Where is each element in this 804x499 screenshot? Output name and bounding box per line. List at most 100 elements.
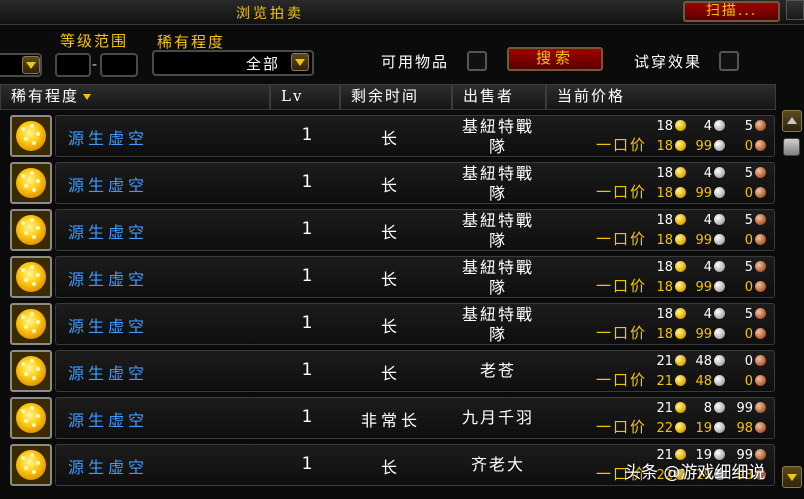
buyout-silver: 99 bbox=[695, 280, 712, 295]
time-left: 长 bbox=[380, 458, 401, 477]
gold-coin-icon bbox=[675, 328, 686, 339]
sparkle-dot bbox=[24, 466, 28, 470]
close-button[interactable] bbox=[786, 0, 804, 20]
item-icon[interactable] bbox=[10, 397, 52, 439]
item-name[interactable]: 源生虚空 bbox=[68, 360, 148, 384]
sparkle-dot bbox=[30, 359, 34, 363]
sparkle-dot bbox=[24, 325, 28, 329]
column-header-level[interactable]: Lv bbox=[270, 84, 340, 110]
search-button[interactable]: 搜索 bbox=[507, 47, 603, 71]
column-header-current-price[interactable]: 当前价格 bbox=[546, 84, 776, 110]
item-name[interactable]: 源生虚空 bbox=[68, 125, 148, 149]
column-header-level-label: Lv bbox=[281, 87, 304, 105]
sparkle-dot bbox=[36, 226, 40, 230]
silver-coin-icon bbox=[714, 328, 725, 339]
bid-gold: 18 bbox=[656, 166, 673, 181]
sparkle-dot bbox=[30, 453, 34, 457]
price-cell: 18 4 5 一口价 18 99 0 bbox=[556, 254, 768, 300]
chevron-down-icon[interactable] bbox=[22, 56, 40, 74]
level-max-input[interactable] bbox=[100, 53, 138, 77]
chevron-down-icon[interactable] bbox=[291, 53, 309, 71]
auction-row[interactable]: 源生虚空 1 非常长 九月千羽 21 8 99 一口价 22 19 98 bbox=[0, 395, 776, 441]
auction-row[interactable]: 源生虚空 1 长 基紐特戰隊 18 4 5 一口价 18 99 0 bbox=[0, 160, 776, 206]
column-header-rarity-label: 稀有程度 bbox=[11, 87, 80, 105]
auction-row[interactable]: 源生虚空 1 长 基紐特戰隊 18 4 5 一口价 18 99 0 bbox=[0, 301, 776, 347]
item-icon[interactable] bbox=[10, 209, 52, 251]
column-header-time-left[interactable]: 剩余时间 bbox=[340, 84, 452, 110]
sparkle-dot bbox=[30, 171, 34, 175]
auction-row[interactable]: 源生虚空 1 长 基紐特戰隊 18 4 5 一口价 18 99 0 bbox=[0, 254, 776, 300]
bid-price: 21 48 0 bbox=[651, 353, 768, 371]
rarity-dropdown[interactable] bbox=[152, 50, 314, 76]
buyout-silver: 48 bbox=[695, 374, 712, 389]
item-name[interactable]: 源生虚空 bbox=[68, 454, 148, 478]
sparkle-dot bbox=[30, 124, 34, 128]
results-scrollbar[interactable] bbox=[778, 110, 804, 499]
item-icon[interactable] bbox=[10, 162, 52, 204]
bid-price: 18 4 5 bbox=[651, 306, 768, 324]
bid-copper: 0 bbox=[744, 354, 753, 369]
watermark: 头条 @游戏细细说 bbox=[624, 463, 766, 483]
silver-coin-icon bbox=[714, 422, 725, 433]
buyout-copper: 98 bbox=[736, 421, 753, 436]
bid-silver: 4 bbox=[703, 166, 712, 181]
buyout-price: 一口价 18 99 0 bbox=[596, 136, 768, 154]
buyout-silver: 99 bbox=[695, 186, 712, 201]
bid-gold: 21 bbox=[656, 354, 673, 369]
buyout-gold: 18 bbox=[656, 327, 673, 342]
gold-coin-icon bbox=[675, 261, 686, 272]
scroll-up-button[interactable] bbox=[782, 110, 802, 132]
copper-coin-icon bbox=[755, 402, 766, 413]
column-header-time-label: 剩余时间 bbox=[351, 87, 420, 105]
bid-price: 18 4 5 bbox=[651, 118, 768, 136]
sparkle-dot bbox=[21, 315, 25, 319]
column-header-rarity[interactable]: 稀有程度 bbox=[0, 84, 270, 110]
time-left: 长 bbox=[380, 129, 401, 148]
column-header-seller[interactable]: 出售者 bbox=[452, 84, 546, 110]
preview-label: 试穿效果 bbox=[634, 53, 703, 71]
item-name[interactable]: 源生虚空 bbox=[68, 172, 148, 196]
sparkle-dot bbox=[21, 409, 25, 413]
item-name[interactable]: 源生虚空 bbox=[68, 313, 148, 337]
sparkle-dot bbox=[30, 406, 34, 410]
seller-name: 基紐特戰隊 bbox=[461, 117, 534, 156]
sparkle-dot bbox=[21, 268, 25, 272]
gold-coin-icon bbox=[675, 422, 686, 433]
bid-price: 18 4 5 bbox=[651, 212, 768, 230]
price-cell: 21 48 0 一口价 21 48 0 bbox=[556, 348, 768, 394]
silver-coin-icon bbox=[714, 140, 725, 151]
item-icon[interactable] bbox=[10, 256, 52, 298]
item-level: 1 bbox=[301, 266, 313, 286]
silver-coin-icon bbox=[714, 261, 725, 272]
gold-coin-icon bbox=[675, 375, 686, 386]
silver-coin-icon bbox=[714, 167, 725, 178]
item-icon[interactable] bbox=[10, 303, 52, 345]
scroll-thumb[interactable] bbox=[783, 138, 800, 156]
item-name[interactable]: 源生虚空 bbox=[68, 266, 148, 290]
scan-button[interactable]: 扫描... bbox=[683, 1, 780, 22]
auction-row[interactable]: 源生虚空 1 长 基紐特戰隊 18 4 5 一口价 18 99 0 bbox=[0, 113, 776, 159]
item-icon[interactable] bbox=[10, 350, 52, 392]
seller-name: 九月千羽 bbox=[461, 408, 534, 427]
item-icon[interactable] bbox=[10, 444, 52, 486]
item-level: 1 bbox=[301, 360, 313, 380]
auction-row[interactable]: 源生虚空 1 长 基紐特戰隊 18 4 5 一口价 18 99 0 bbox=[0, 207, 776, 253]
bid-copper: 5 bbox=[744, 260, 753, 275]
item-icon[interactable] bbox=[10, 115, 52, 157]
rarity-label: 稀有程度 bbox=[157, 33, 226, 51]
bid-gold: 18 bbox=[656, 119, 673, 134]
buyout-label: 一口价 bbox=[595, 277, 647, 295]
silver-coin-icon bbox=[714, 402, 725, 413]
preview-checkbox[interactable] bbox=[719, 51, 739, 71]
buyout-gold: 18 bbox=[656, 139, 673, 154]
item-level: 1 bbox=[301, 219, 313, 239]
item-name[interactable]: 源生虚空 bbox=[68, 219, 148, 243]
auction-row[interactable]: 源生虚空 1 长 老苍 21 48 0 一口价 21 48 0 bbox=[0, 348, 776, 394]
scroll-down-button[interactable] bbox=[782, 466, 802, 488]
item-name[interactable]: 源生虚空 bbox=[68, 407, 148, 431]
level-min-input[interactable] bbox=[55, 53, 91, 77]
sparkle-dot bbox=[32, 188, 36, 192]
buyout-copper: 0 bbox=[744, 186, 753, 201]
sparkle-dot bbox=[30, 312, 34, 316]
usable-items-checkbox[interactable] bbox=[467, 51, 487, 71]
